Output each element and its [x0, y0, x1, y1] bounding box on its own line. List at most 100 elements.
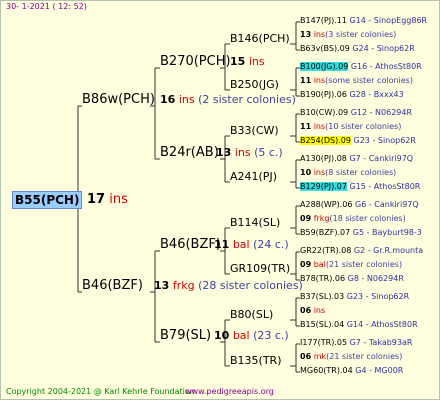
sister-colonies: (21 sister colonies): [326, 352, 403, 361]
queen-name[interactable]: B37(SL).03: [300, 292, 344, 301]
gen4-top-queen: A288(WP).06 G6 - Cankiri97Q: [300, 201, 419, 209]
ins-label: ins: [234, 146, 251, 159]
gen4-mid: 06 ins: [300, 307, 325, 315]
ins-label: ins: [313, 122, 326, 131]
gen1-name: B86w(PCH): [82, 93, 155, 106]
queen-name[interactable]: B15(SL).04: [300, 320, 344, 329]
queen-name[interactable]: B190(PJ).06: [300, 90, 347, 99]
queen-name[interactable]: B146(PCH): [230, 32, 290, 45]
queen-name[interactable]: B63v(BS).09: [300, 44, 350, 53]
queen-name[interactable]: A241(PJ): [230, 170, 277, 183]
gen1-info: 16 ins (2 sister colonies): [160, 94, 296, 105]
queen-name[interactable]: B78(TR).06: [300, 274, 345, 283]
gen2-info: 15 ins: [230, 56, 265, 67]
sister-colonies: (24 c.): [253, 238, 289, 251]
num: 11: [300, 76, 312, 85]
queen-info: G6 - Cankiri97Q: [355, 200, 419, 209]
gen1-info: 13 frkg (28 sister colonies): [154, 280, 303, 291]
queen-name[interactable]: B86w(PCH): [82, 92, 155, 107]
gen3-name: B135(TR): [230, 355, 282, 366]
queen-info: G7 - Takab93aR: [349, 338, 413, 347]
queen-name[interactable]: B80(SL): [230, 308, 273, 321]
gen4-mid: 09 bal(21 sister colonies): [300, 261, 402, 269]
queen-name[interactable]: B24r(AB): [160, 145, 219, 160]
gen3-name: B80(SL): [230, 309, 273, 320]
ins-label: ins: [313, 76, 326, 85]
gen3-name: GR109(TR): [230, 263, 290, 274]
ins-label: frkg: [172, 279, 195, 292]
ins-label: bal: [232, 329, 250, 342]
gen1-name: B46(BZF): [82, 279, 143, 292]
gen3-name: B114(SL): [230, 217, 280, 228]
header-timestamp: 30- 1-2021 ( 12: 52): [6, 2, 87, 11]
queen-name[interactable]: B135(TR): [230, 354, 282, 367]
queen-name[interactable]: GR22(TR).08: [300, 246, 351, 255]
queen-info: G14 - AthosSt80R: [346, 320, 418, 329]
gen2-name: B270(PCH): [160, 55, 231, 68]
root-name[interactable]: B55(PCH): [12, 191, 83, 209]
gen2-info: 11 bal (24 c.): [214, 239, 289, 250]
root-num: 17: [87, 192, 106, 207]
queen-info: G7 - Cankiri97Q: [349, 154, 414, 163]
queen-name[interactable]: B270(PCH): [160, 54, 231, 69]
gen4-top-queen: B37(SL).03 G23 - Sinop62R: [300, 293, 409, 301]
gen4-mid: 09 frkg(18 sister colonies): [300, 215, 406, 223]
sister-colonies: (18 sister colonies): [329, 214, 406, 223]
queen-name[interactable]: B46(BZF): [82, 278, 143, 293]
ins-label: mk: [313, 352, 327, 361]
queen-name[interactable]: B114(SL): [230, 216, 280, 229]
queen-info: G12 - N06294R: [350, 108, 413, 117]
queen-name[interactable]: B46(BZF): [160, 237, 221, 252]
num: 06: [300, 352, 312, 361]
gen4-bot-queen: MG60(TR).04 G4 - MG00R: [300, 367, 403, 375]
queen-name[interactable]: B33(CW): [230, 124, 279, 137]
queen-name[interactable]: GR109(TR): [230, 262, 290, 275]
queen-name[interactable]: B250(JG): [230, 78, 279, 91]
queen-name[interactable]: A288(WP).06: [300, 200, 352, 209]
footer-site-link[interactable]: www.pedigreeapis.org: [185, 388, 274, 396]
ins-label: ins: [313, 306, 326, 315]
queen-name[interactable]: B254(DS).09: [300, 136, 351, 145]
queen-name[interactable]: A130(PJ).08: [300, 154, 347, 163]
num: 11: [300, 122, 312, 131]
num: 13: [300, 30, 312, 39]
sister-colonies: (21 sister colonies): [325, 260, 403, 269]
gen2-info: 13 ins (5 c.): [216, 147, 283, 158]
queen-name[interactable]: B79(SL): [160, 328, 211, 343]
sister-colonies: (28 sister colonies): [198, 279, 303, 292]
gen4-top-queen: A130(PJ).08 G7 - Cankiri97Q: [300, 155, 413, 163]
queen-name[interactable]: B10(CW).09: [300, 108, 348, 117]
queen-info: G16 - AthosSt80R: [350, 62, 422, 71]
queen-info: G8 - N06294R: [347, 274, 404, 283]
queen-name[interactable]: B147(PJ).11: [300, 16, 347, 25]
gen4-mid: 10 ins(8 sister colonies): [300, 169, 396, 177]
queen-name[interactable]: B129(PJ).07: [300, 182, 347, 191]
queen-name[interactable]: B59(BZF).07: [300, 228, 350, 237]
num: 11: [214, 238, 230, 251]
gen4-bot-queen: B15(SL).04 G14 - AthosSt80R: [300, 321, 418, 329]
num: 10: [214, 329, 230, 342]
queen-name[interactable]: MG60(TR).04: [300, 366, 353, 375]
num: 13: [154, 279, 170, 292]
gen4-bot-queen: B129(PJ).07 G15 - AthosSt80R: [300, 182, 420, 191]
gen4-mid: 06 mk(21 sister colonies): [300, 353, 402, 361]
gen4-bot-queen: B63v(BS).09 G24 - Sinop62R: [300, 45, 415, 53]
gen4-top-queen: B10(CW).09 G12 - N06294R: [300, 109, 412, 117]
root-ins: ins: [109, 192, 128, 207]
sister-colonies: (some sister colonies): [325, 76, 413, 85]
num: 10: [300, 168, 312, 177]
sister-colonies: (8 sister colonies): [325, 168, 397, 177]
num: 06: [300, 306, 312, 315]
num: 13: [216, 146, 232, 159]
queen-name[interactable]: I177(TR).05: [300, 338, 347, 347]
gen4-bot-queen: B59(BZF).07 G5 - Bayburt98-3: [300, 229, 422, 237]
queen-name[interactable]: B100(JG).09: [300, 62, 349, 71]
gen4-bot-queen: B78(TR).06 G8 - N06294R: [300, 275, 404, 283]
num: 16: [160, 93, 176, 106]
gen4-top-queen: B100(JG).09 G16 - AthosSt80R: [300, 62, 422, 71]
gen3-name: B146(PCH): [230, 33, 290, 44]
gen4-mid: 11 ins(10 sister colonies): [300, 123, 401, 131]
ins-label: ins: [178, 93, 195, 106]
num: 09: [300, 260, 312, 269]
ins-label: ins: [313, 168, 326, 177]
